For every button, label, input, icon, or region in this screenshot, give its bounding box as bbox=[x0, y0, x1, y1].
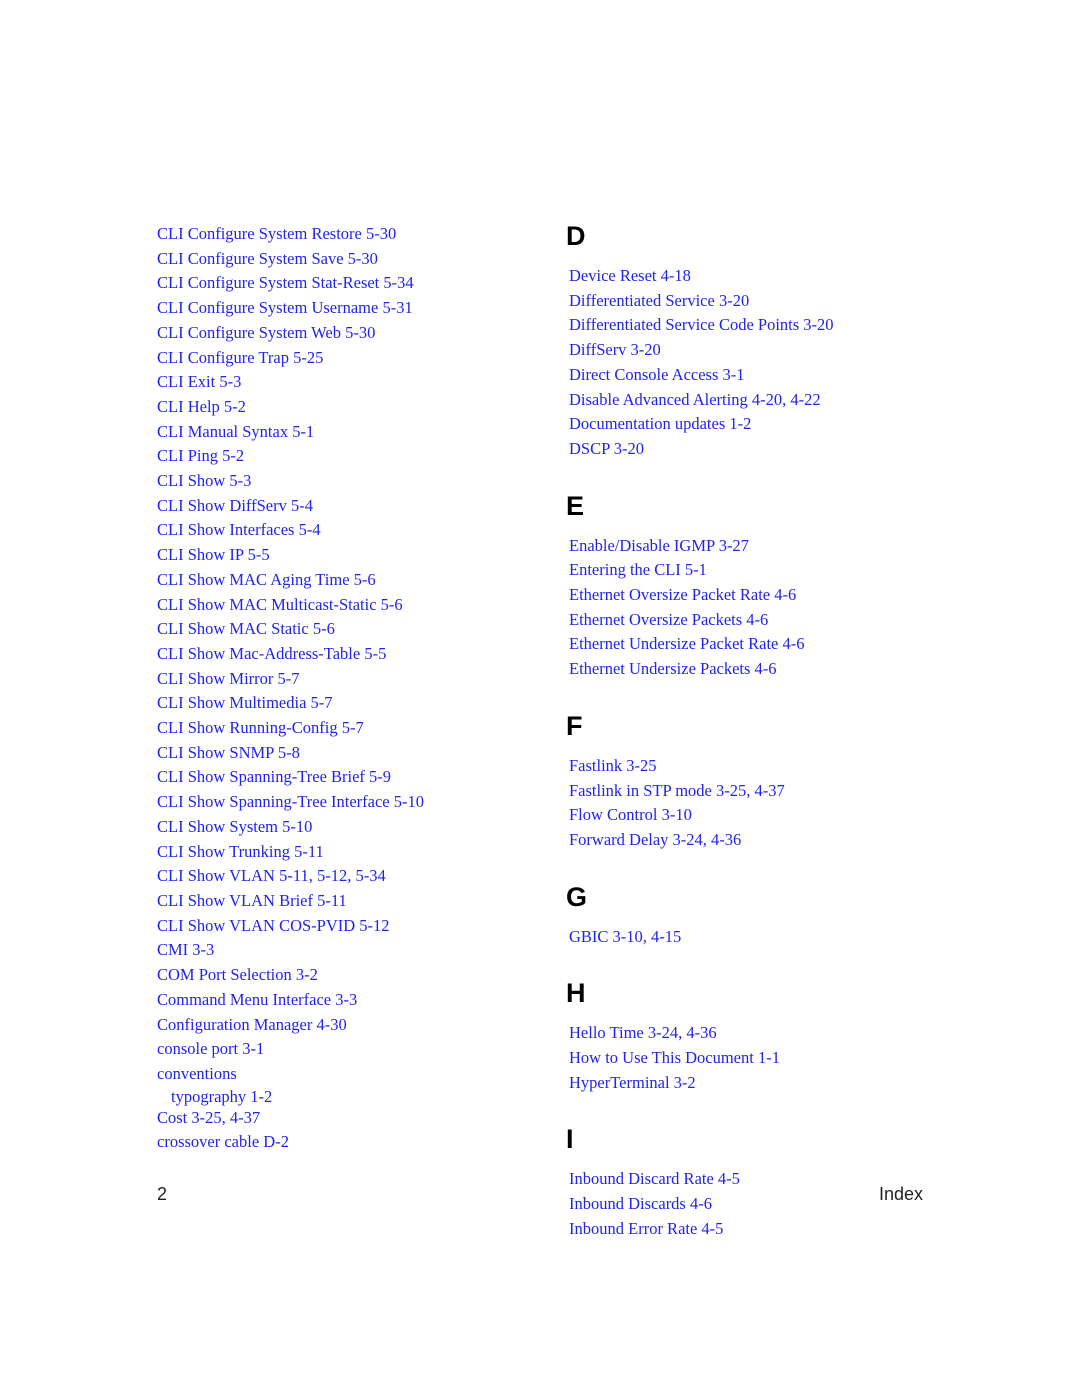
index-page: CLI Configure System Restore 5-30 CLI Con… bbox=[0, 0, 1080, 1397]
index-entry[interactable]: Differentiated Service Code Points 3-20 bbox=[569, 313, 969, 338]
index-letter-header-f: F bbox=[566, 710, 583, 741]
index-entry[interactable]: HyperTerminal 3-2 bbox=[569, 1071, 969, 1096]
index-entry[interactable]: Ethernet Oversize Packet Rate 4-6 bbox=[569, 583, 969, 608]
index-entry[interactable]: Forward Delay 3-24, 4-36 bbox=[569, 828, 969, 853]
index-entry[interactable]: CLI Configure System Save 5-30 bbox=[157, 247, 537, 272]
index-entry[interactable]: CLI Show Multimedia 5-7 bbox=[157, 691, 537, 716]
index-entry[interactable]: DiffServ 3-20 bbox=[569, 338, 969, 363]
index-entry[interactable]: CLI Show Spanning-Tree Brief 5-9 bbox=[157, 765, 537, 790]
index-entry[interactable]: Fastlink 3-25 bbox=[569, 754, 969, 779]
index-entry[interactable]: CLI Show VLAN 5-11, 5-12, 5-34 bbox=[157, 864, 537, 889]
index-entry[interactable]: Inbound Error Rate 4-5 bbox=[569, 1217, 969, 1242]
index-entry[interactable]: CLI Show IP 5-5 bbox=[157, 543, 537, 568]
footer-section-label: Index bbox=[878, 1183, 923, 1204]
index-entry[interactable]: Flow Control 3-10 bbox=[569, 803, 969, 828]
index-entry[interactable]: CMI 3-3 bbox=[157, 938, 537, 963]
index-entry[interactable]: GBIC 3-10, 4-15 bbox=[569, 925, 969, 950]
index-letter-header-h: H bbox=[566, 978, 586, 1009]
index-entry[interactable]: CLI Show Trunking 5-11 bbox=[157, 840, 537, 865]
index-entry[interactable]: CLI Show VLAN Brief 5-11 bbox=[157, 889, 537, 914]
index-entry[interactable]: CLI Configure Trap 5-25 bbox=[157, 346, 537, 371]
index-entry[interactable]: CLI Ping 5-2 bbox=[157, 444, 537, 469]
index-entry[interactable]: Cost 3-25, 4-37 bbox=[157, 1106, 537, 1131]
index-entry[interactable]: Configuration Manager 4-30 bbox=[157, 1013, 537, 1038]
index-entry[interactable]: CLI Show Mirror 5-7 bbox=[157, 667, 537, 692]
index-entry[interactable]: Ethernet Undersize Packet Rate 4-6 bbox=[569, 632, 969, 657]
index-entry[interactable]: CLI Show VLAN COS-PVID 5-12 bbox=[157, 914, 537, 939]
index-entry[interactable]: Enable/Disable IGMP 3-27 bbox=[569, 534, 969, 559]
page-footer: 2 Index bbox=[157, 1182, 923, 1206]
index-entry[interactable]: CLI Configure System Username 5-31 bbox=[157, 296, 537, 321]
index-entry[interactable]: crossover cable D-2 bbox=[157, 1130, 537, 1155]
index-entry[interactable]: CLI Configure System Web 5-30 bbox=[157, 321, 537, 346]
index-entry[interactable]: CLI Show Spanning-Tree Interface 5-10 bbox=[157, 790, 537, 815]
index-entry[interactable]: conventions bbox=[157, 1062, 537, 1087]
index-entry[interactable]: COM Port Selection 3-2 bbox=[157, 963, 537, 988]
index-entry[interactable]: CLI Show MAC Static 5-6 bbox=[157, 617, 537, 642]
index-entry[interactable]: How to Use This Document 1-1 bbox=[569, 1046, 969, 1071]
index-entry[interactable]: CLI Show DiffServ 5-4 bbox=[157, 494, 537, 519]
index-entry[interactable]: CLI Show Mac-Address-Table 5-5 bbox=[157, 642, 537, 667]
index-entry[interactable]: CLI Show MAC Aging Time 5-6 bbox=[157, 568, 537, 593]
index-entry[interactable]: CLI Show MAC Multicast-Static 5-6 bbox=[157, 593, 537, 618]
index-entry[interactable]: typography 1-2 bbox=[157, 1087, 537, 1106]
index-entry[interactable]: CLI Show Interfaces 5-4 bbox=[157, 518, 537, 543]
index-entry[interactable]: Ethernet Undersize Packets 4-6 bbox=[569, 657, 969, 682]
index-entry[interactable]: CLI Show 5-3 bbox=[157, 469, 537, 494]
index-entry[interactable]: Ethernet Oversize Packets 4-6 bbox=[569, 608, 969, 633]
index-entry[interactable]: CLI Help 5-2 bbox=[157, 395, 537, 420]
index-entry[interactable]: CLI Configure System Restore 5-30 bbox=[157, 222, 537, 247]
index-entry[interactable]: DSCP 3-20 bbox=[569, 437, 969, 462]
index-entry[interactable]: Differentiated Service 3-20 bbox=[569, 289, 969, 314]
index-entry[interactable]: CLI Configure System Stat-Reset 5-34 bbox=[157, 271, 537, 296]
index-entry[interactable]: Disable Advanced Alerting 4-20, 4-22 bbox=[569, 388, 969, 413]
index-entry[interactable]: Entering the CLI 5-1 bbox=[569, 558, 969, 583]
index-column-right: D Device Reset 4-18 Differentiated Service… bbox=[566, 221, 969, 1242]
index-entry[interactable]: console port 3-1 bbox=[157, 1037, 537, 1062]
index-entry[interactable]: Documentation updates 1-2 bbox=[569, 412, 969, 437]
index-entry[interactable]: CLI Show Running-Config 5-7 bbox=[157, 716, 537, 741]
index-entry[interactable]: Command Menu Interface 3-3 bbox=[157, 988, 537, 1013]
index-entry[interactable]: CLI Manual Syntax 5-1 bbox=[157, 420, 537, 445]
index-letter-header-i: I bbox=[566, 1124, 574, 1155]
index-entry[interactable]: Fastlink in STP mode 3-25, 4-37 bbox=[569, 779, 969, 804]
index-letter-header-d: D bbox=[566, 221, 586, 251]
index-entry[interactable]: CLI Exit 5-3 bbox=[157, 370, 537, 395]
index-entry[interactable]: Hello Time 3-24, 4-36 bbox=[569, 1021, 969, 1046]
index-letter-header-e: E bbox=[566, 490, 585, 521]
footer-page-number: 2 bbox=[157, 1183, 168, 1204]
index-entry[interactable]: Device Reset 4-18 bbox=[569, 264, 969, 289]
index-entry[interactable]: CLI Show System 5-10 bbox=[157, 815, 537, 840]
index-entry[interactable]: CLI Show SNMP 5-8 bbox=[157, 741, 537, 766]
index-column-left: CLI Configure System Restore 5-30 CLI Con… bbox=[157, 222, 537, 1155]
index-letter-header-g: G bbox=[566, 881, 588, 912]
index-entry[interactable]: Direct Console Access 3-1 bbox=[569, 363, 969, 388]
